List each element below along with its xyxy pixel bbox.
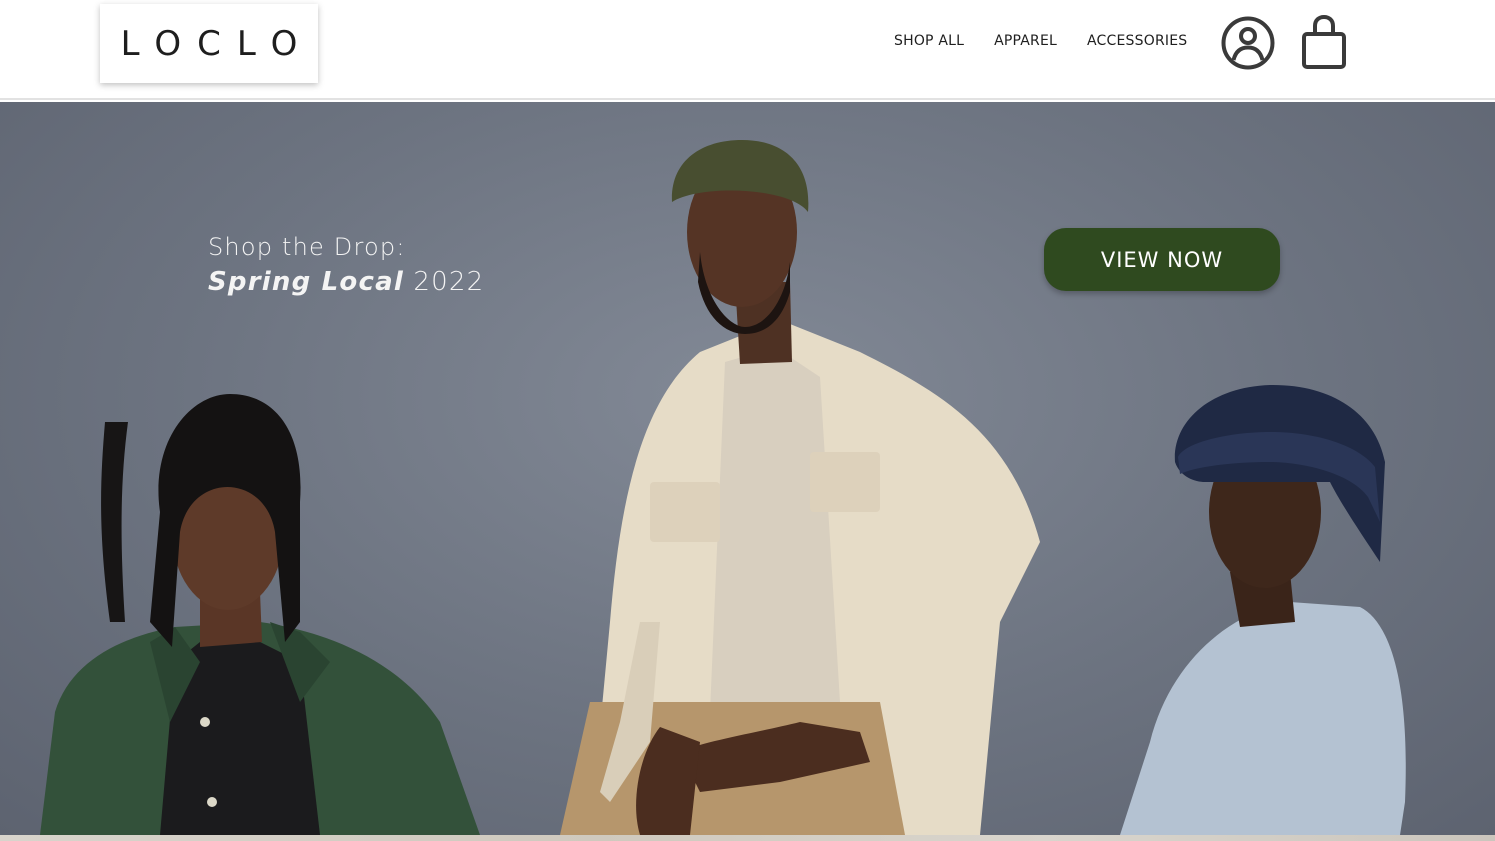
main-nav: SHOP ALL APPAREL ACCESSORIES <box>894 33 1187 49</box>
hero-year: 2022 <box>413 267 485 297</box>
nav-apparel[interactable]: APPAREL <box>994 33 1057 49</box>
hero-line-1: Shop the Drop: <box>208 233 406 261</box>
hero-heading: Shop the Drop: Spring Local 2022 <box>208 230 484 300</box>
user-account-icon[interactable] <box>1220 15 1276 71</box>
hero-models-image <box>40 140 1406 835</box>
logo[interactable]: LOCLO <box>100 4 318 83</box>
model-center <box>560 140 1040 835</box>
hero-banner: Shop the Drop: Spring Local 2022 VIEW NO… <box>0 102 1495 835</box>
hero-line-2: Spring Local 2022 <box>208 264 484 300</box>
model-left <box>40 394 480 835</box>
hero-collection-name: Spring Local <box>208 267 404 297</box>
model-right <box>1120 384 1406 835</box>
nav-accessories[interactable]: ACCESSORIES <box>1087 33 1187 49</box>
view-now-button[interactable]: VIEW NOW <box>1044 228 1280 291</box>
nav-shop-all[interactable]: SHOP ALL <box>894 33 964 49</box>
site-header: LOCLO SHOP ALL APPAREL ACCESSORIES <box>0 0 1495 100</box>
shopping-bag-icon[interactable] <box>1300 14 1348 72</box>
next-section-strip <box>0 835 1495 841</box>
logo-text: LOCLO <box>120 23 314 64</box>
